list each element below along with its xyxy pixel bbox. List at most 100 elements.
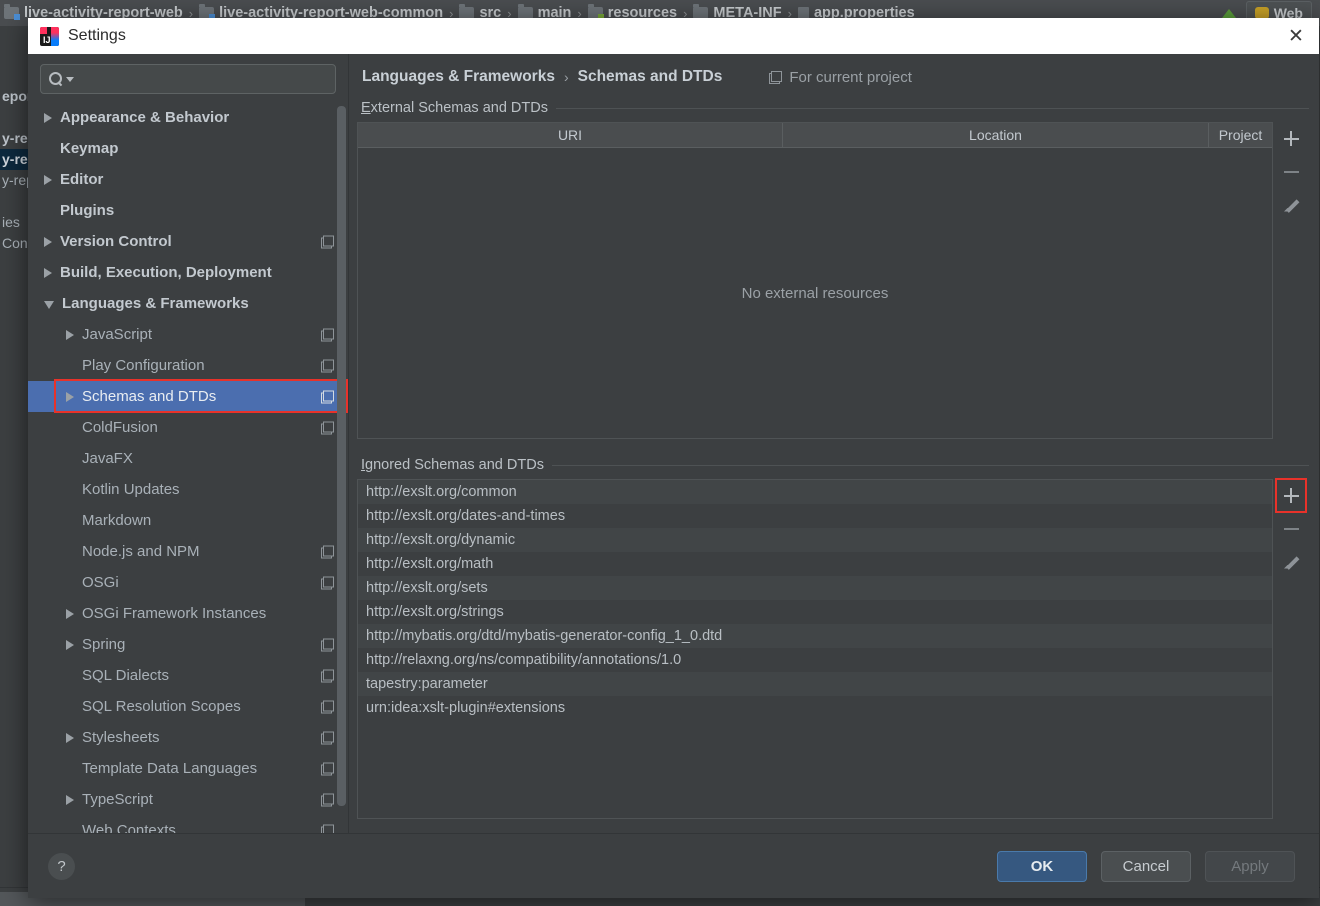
sidebar-item-stylesheets[interactable]: Stylesheets: [28, 722, 348, 753]
chevron-right-icon[interactable]: [66, 732, 74, 743]
sidebar-item-javascript[interactable]: JavaScript: [28, 319, 348, 350]
sidebar-item-build-execution-deployment[interactable]: Build, Execution, Deployment: [28, 257, 348, 288]
dialog-body: Appearance & Behavior Keymap Editor Plugins…: [28, 54, 1319, 833]
sidebar-item-label: TypeScript: [82, 791, 153, 808]
ignored-schemas-section: http://exslt.org/common http://exslt.org/…: [357, 473, 1309, 819]
ignored-schema-row[interactable]: http://exslt.org/dates-and-times: [358, 504, 1272, 528]
chevron-right-icon[interactable]: [66, 391, 74, 402]
close-icon[interactable]: ✕: [1273, 18, 1319, 54]
ignored-schema-row[interactable]: http://exslt.org/sets: [358, 576, 1272, 600]
chevron-right-icon[interactable]: [44, 267, 52, 278]
chevron-right-icon[interactable]: [66, 608, 74, 619]
run-arrow-icon[interactable]: [1221, 8, 1236, 18]
dialog-footer: ? OK Cancel Apply: [28, 833, 1319, 898]
sidebar-item-label: Spring: [82, 636, 126, 653]
copy-settings-icon: [321, 824, 334, 833]
sidebar-item-sql-resolution-scopes[interactable]: SQL Resolution Scopes: [28, 691, 348, 722]
external-title-rest: xternal Schemas and DTDs: [370, 100, 548, 116]
dialog-titlebar: IJ Settings ✕: [28, 18, 1319, 54]
add-button[interactable]: [1276, 122, 1306, 155]
cancel-button[interactable]: Cancel: [1101, 850, 1191, 882]
chevron-down-icon[interactable]: [66, 76, 74, 82]
search-box[interactable]: [40, 64, 336, 94]
sidebar-item-label: OSGi: [82, 574, 119, 591]
breadcrumb: Languages & Frameworks › Schemas and DTD…: [357, 54, 1309, 100]
sidebar-item-label: JavaFX: [82, 450, 133, 467]
plus-icon: [1283, 488, 1299, 503]
ok-button[interactable]: OK: [997, 850, 1087, 882]
ignored-schema-row[interactable]: http://exslt.org/math: [358, 552, 1272, 576]
copy-settings-icon: [321, 390, 334, 403]
copy-settings-icon: [321, 700, 334, 713]
chevron-right-icon[interactable]: [66, 329, 74, 340]
sidebar-item-sql-dialects[interactable]: SQL Dialects: [28, 660, 348, 691]
external-title-mnemonic: E: [361, 100, 371, 116]
sidebar-item-schemas-and-dtds[interactable]: Schemas and DTDs: [28, 381, 348, 412]
sidebar-item-label: Plugins: [60, 202, 115, 219]
ignored-schema-row[interactable]: http://exslt.org/common: [358, 480, 1272, 504]
sidebar-item-label: Schemas and DTDs: [82, 388, 217, 405]
sidebar-item-web-contexts[interactable]: Web Contexts: [28, 815, 348, 833]
sidebar-item-play-configuration[interactable]: Play Configuration: [28, 350, 348, 381]
sidebar-item-osgi-framework-instances[interactable]: OSGi Framework Instances: [28, 598, 348, 629]
sidebar-item-label: Node.js and NPM: [82, 543, 200, 560]
search-icon: [49, 72, 63, 86]
sidebar-item-label: Keymap: [60, 140, 119, 157]
sidebar-item-node-js-and-npm[interactable]: Node.js and NPM: [28, 536, 348, 567]
sidebar-scrollbar[interactable]: [337, 102, 346, 833]
sidebar-item-keymap[interactable]: Keymap: [28, 133, 348, 164]
sidebar-item-version-control[interactable]: Version Control: [28, 226, 348, 257]
sidebar-item-label: Editor: [60, 171, 104, 188]
table-empty-message: No external resources: [741, 284, 889, 302]
breadcrumb-separator: ›: [563, 69, 569, 85]
ignored-schema-row[interactable]: http://exslt.org/strings: [358, 600, 1272, 624]
column-header-project[interactable]: Project: [1209, 123, 1272, 147]
chevron-right-icon[interactable]: [44, 112, 52, 123]
dialog-title: Settings: [68, 27, 126, 44]
sidebar-item-template-data-languages[interactable]: Template Data Languages: [28, 753, 348, 784]
search-input[interactable]: [74, 70, 327, 88]
sidebar-item-markdown[interactable]: Markdown: [28, 505, 348, 536]
copy-settings-icon: [321, 421, 334, 434]
sidebar-item-appearance-behavior[interactable]: Appearance & Behavior: [28, 102, 348, 133]
edit-button: [1276, 545, 1306, 578]
settings-tree-scroll: Appearance & Behavior Keymap Editor Plugins…: [28, 102, 348, 833]
ignored-schema-row[interactable]: urn:idea:xslt-plugin#extensions: [358, 696, 1272, 720]
settings-tree: Appearance & Behavior Keymap Editor Plugins…: [28, 102, 348, 833]
copy-settings-icon: [321, 576, 334, 589]
external-schemas-table[interactable]: URI Location Project No external resourc…: [357, 122, 1273, 439]
sidebar-item-spring[interactable]: Spring: [28, 629, 348, 660]
breadcrumb-segment-0[interactable]: Languages & Frameworks: [362, 68, 555, 86]
external-table-toolbar: [1273, 116, 1309, 439]
add-button[interactable]: [1275, 478, 1307, 513]
sidebar-item-label: ColdFusion: [82, 419, 158, 436]
apply-button: Apply: [1205, 850, 1295, 882]
remove-button: [1276, 512, 1306, 545]
column-header-location[interactable]: Location: [783, 123, 1209, 147]
sidebar-item-kotlin-updates[interactable]: Kotlin Updates: [28, 474, 348, 505]
help-button[interactable]: ?: [48, 852, 75, 880]
sidebar-item-osgi[interactable]: OSGi: [28, 567, 348, 598]
chevron-right-icon[interactable]: [44, 236, 52, 247]
chevron-right-icon[interactable]: [66, 794, 74, 805]
chevron-right-icon[interactable]: [44, 174, 52, 185]
settings-sidebar: Appearance & Behavior Keymap Editor Plugins…: [28, 54, 349, 833]
sidebar-item-plugins[interactable]: Plugins: [28, 195, 348, 226]
sidebar-item-languages-frameworks[interactable]: Languages & Frameworks: [28, 288, 348, 319]
minus-icon: [1283, 521, 1299, 536]
chevron-down-icon[interactable]: [44, 301, 54, 309]
settings-main-panel: Languages & Frameworks › Schemas and DTD…: [349, 54, 1319, 833]
sidebar-item-editor[interactable]: Editor: [28, 164, 348, 195]
chevron-right-icon[interactable]: [66, 639, 74, 650]
sidebar-item-coldfusion[interactable]: ColdFusion: [28, 412, 348, 443]
sidebar-item-javafx[interactable]: JavaFX: [28, 443, 348, 474]
column-header-uri[interactable]: URI: [358, 123, 783, 147]
ignored-schemas-list[interactable]: http://exslt.org/common http://exslt.org/…: [357, 479, 1273, 819]
copy-settings-icon: [321, 328, 334, 341]
ignored-schema-row[interactable]: http://relaxng.org/ns/compatibility/anno…: [358, 648, 1272, 672]
ignored-schema-row[interactable]: http://exslt.org/dynamic: [358, 528, 1272, 552]
sidebar-item-typescript[interactable]: TypeScript: [28, 784, 348, 815]
ignored-schema-row[interactable]: tapestry:parameter: [358, 672, 1272, 696]
ignored-schema-row[interactable]: http://mybatis.org/dtd/mybatis-generator…: [358, 624, 1272, 648]
sidebar-scrollbar-thumb[interactable]: [337, 106, 346, 806]
